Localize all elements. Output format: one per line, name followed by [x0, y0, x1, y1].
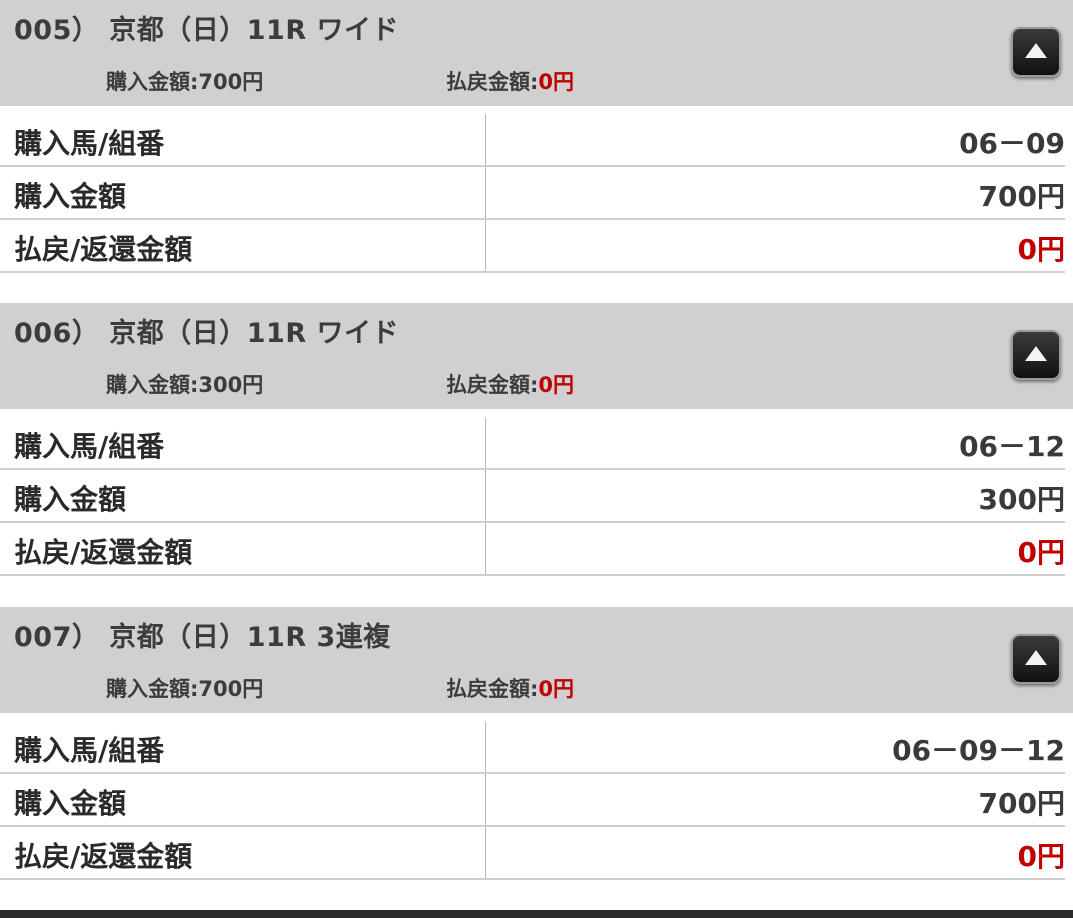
purchase-amount-label: 購入金額:	[106, 677, 199, 701]
row-value: 06－09	[959, 127, 1065, 160]
bet-header: 007） 京都（日）11R 3連複 購入金額:700円 払戻金額:0円	[0, 607, 1073, 713]
row-value: 700円	[978, 180, 1065, 213]
collapse-button[interactable]	[1011, 27, 1061, 77]
refund-amount-value: 0円	[538, 70, 575, 94]
column-divider	[485, 774, 486, 825]
table-row: 購入金額 300円	[0, 470, 1065, 523]
purchase-amount-summary: 購入金額:700円	[106, 673, 263, 703]
column-divider	[485, 220, 486, 271]
row-label: 購入馬/組番	[14, 127, 165, 160]
column-divider	[485, 523, 486, 574]
table-row: 購入金額 700円	[0, 167, 1065, 220]
purchase-amount-summary: 購入金額:300円	[106, 369, 263, 399]
row-label: 払戻/返還金額	[14, 840, 193, 873]
triangle-up-icon	[1025, 650, 1047, 665]
row-label: 購入馬/組番	[14, 734, 165, 767]
purchase-amount-value: 700円	[198, 70, 264, 94]
refund-amount-summary: 払戻金額:0円	[446, 66, 574, 96]
refund-amount-label: 払戻金額:	[446, 373, 539, 397]
collapse-button[interactable]	[1011, 330, 1061, 380]
row-label: 払戻/返還金額	[14, 233, 193, 266]
column-divider	[485, 721, 486, 772]
row-value: 300円	[978, 483, 1065, 516]
column-divider	[485, 417, 486, 468]
row-label: 購入馬/組番	[14, 430, 165, 463]
row-value: 0円	[1017, 536, 1065, 569]
refund-amount-label: 払戻金額:	[446, 677, 539, 701]
row-value: 06－09－12	[892, 734, 1065, 767]
triangle-up-icon	[1025, 43, 1047, 58]
refund-amount-summary: 払戻金額:0円	[446, 673, 574, 703]
bottom-bar	[0, 910, 1073, 918]
bet-section-007: 007） 京都（日）11R 3連複 購入金額:700円 払戻金額:0円 購入馬/…	[0, 607, 1073, 880]
purchase-amount-label: 購入金額:	[106, 373, 199, 397]
row-label: 購入金額	[14, 787, 127, 820]
column-divider	[485, 114, 486, 165]
bet-section-006: 006） 京都（日）11R ワイド 購入金額:300円 払戻金額:0円 購入馬/…	[0, 303, 1073, 576]
column-divider	[485, 827, 486, 878]
table-row: 購入馬/組番 06－09	[0, 114, 1065, 167]
bet-detail-table: 購入馬/組番 06－09 購入金額 700円 払戻/返還金額 0円	[0, 106, 1073, 273]
bet-title: 005） 京都（日）11R ワイド	[14, 15, 400, 46]
bet-header: 005） 京都（日）11R ワイド 購入金額:700円 払戻金額:0円	[0, 0, 1073, 106]
purchase-amount-value: 700円	[198, 677, 264, 701]
row-value: 0円	[1017, 233, 1065, 266]
column-divider	[485, 470, 486, 521]
purchase-amount-label: 購入金額:	[106, 70, 199, 94]
row-value: 700円	[978, 787, 1065, 820]
table-row: 購入馬/組番 06－12	[0, 417, 1065, 470]
bet-title: 007） 京都（日）11R 3連複	[14, 622, 391, 653]
triangle-up-icon	[1025, 346, 1047, 361]
refund-amount-value: 0円	[538, 677, 575, 701]
refund-amount-summary: 払戻金額:0円	[446, 369, 574, 399]
refund-amount-value: 0円	[538, 373, 575, 397]
bet-section-005: 005） 京都（日）11R ワイド 購入金額:700円 払戻金額:0円 購入馬/…	[0, 0, 1073, 273]
purchase-amount-value: 300円	[198, 373, 264, 397]
bet-detail-table: 購入馬/組番 06－12 購入金額 300円 払戻/返還金額 0円	[0, 409, 1073, 576]
purchase-amount-summary: 購入金額:700円	[106, 66, 263, 96]
bet-header: 006） 京都（日）11R ワイド 購入金額:300円 払戻金額:0円	[0, 303, 1073, 409]
column-divider	[485, 167, 486, 218]
table-row: 購入馬/組番 06－09－12	[0, 721, 1065, 774]
collapse-button[interactable]	[1011, 634, 1061, 684]
bet-title: 006） 京都（日）11R ワイド	[14, 318, 400, 349]
row-label: 購入金額	[14, 483, 127, 516]
row-label: 購入金額	[14, 180, 127, 213]
table-row: 払戻/返還金額 0円	[0, 523, 1065, 576]
refund-amount-label: 払戻金額:	[446, 70, 539, 94]
table-row: 購入金額 700円	[0, 774, 1065, 827]
row-label: 払戻/返還金額	[14, 536, 193, 569]
bet-detail-table: 購入馬/組番 06－09－12 購入金額 700円 払戻/返還金額 0円	[0, 713, 1073, 880]
table-row: 払戻/返還金額 0円	[0, 220, 1065, 273]
row-value: 06－12	[959, 430, 1065, 463]
table-row: 払戻/返還金額 0円	[0, 827, 1065, 880]
row-value: 0円	[1017, 840, 1065, 873]
